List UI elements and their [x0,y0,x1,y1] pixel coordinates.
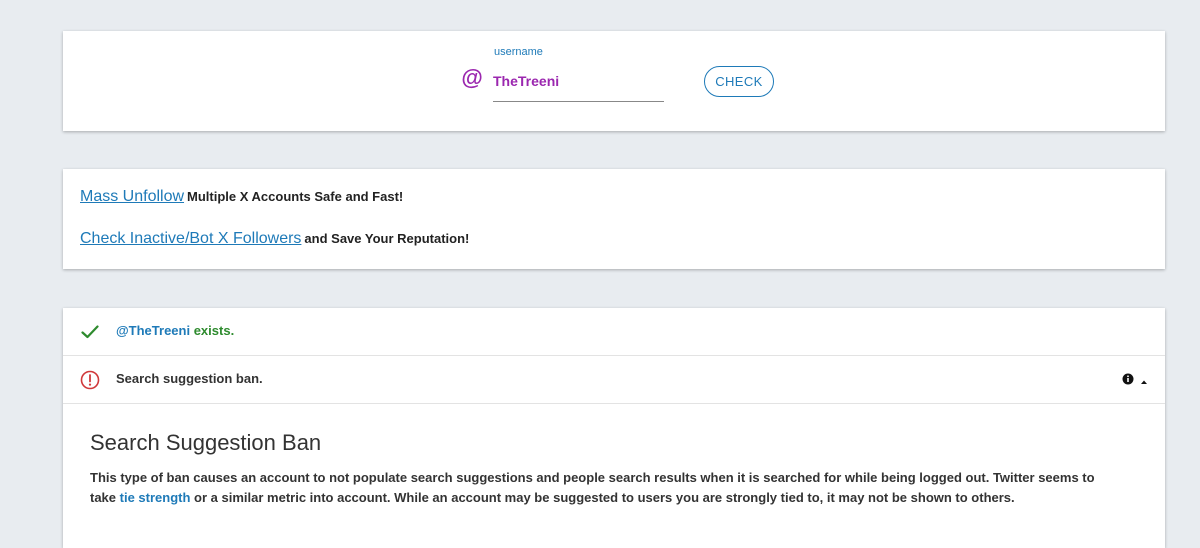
exists-status-text: @TheTreeni exists. [116,323,234,338]
check-followers-link[interactable]: Check Inactive/Bot X Followers [80,230,301,247]
alert-circle-icon [80,370,100,390]
result-row-search-suggestion-ban[interactable]: Search suggestion ban. [63,356,1165,404]
promo-card: Mass Unfollow Multiple X Accounts Safe an… [63,169,1165,269]
ban-status-text: Search suggestion ban. [116,371,263,386]
at-icon: @ [461,65,483,90]
results-card: @TheTreeni exists. Search suggestion ban… [63,308,1165,548]
promo-line-1-text: Multiple X Accounts Safe and Fast! [187,189,404,204]
username-search-card: username @ CHECK [63,31,1165,131]
username-input[interactable] [493,65,664,102]
exists-label: exists. [190,323,235,338]
result-row-exists: @TheTreeni exists. [63,308,1165,356]
check-button[interactable]: CHECK [704,66,774,97]
account-handle: @TheTreeni [116,323,191,338]
promo-line-2-text: and Save Your Reputation! [304,231,470,246]
promo-line-mass-unfollow: Mass Unfollow Multiple X Accounts Safe an… [80,188,403,206]
row-controls [1122,372,1148,390]
info-icon[interactable] [1122,372,1134,390]
promo-line-check-followers: Check Inactive/Bot X Followers and Save Y… [80,230,469,248]
tie-strength-link[interactable]: tie strength [120,490,191,505]
detail-title: Search Suggestion Ban [90,430,322,455]
check-icon [80,322,100,342]
detail-description: This type of ban causes an account to no… [90,468,1120,508]
mass-unfollow-link[interactable]: Mass Unfollow [80,188,184,205]
username-field-label: username [494,46,543,58]
collapse-caret-icon[interactable] [1140,372,1148,390]
detail-text-after: or a similar metric into account. While … [190,490,1015,505]
